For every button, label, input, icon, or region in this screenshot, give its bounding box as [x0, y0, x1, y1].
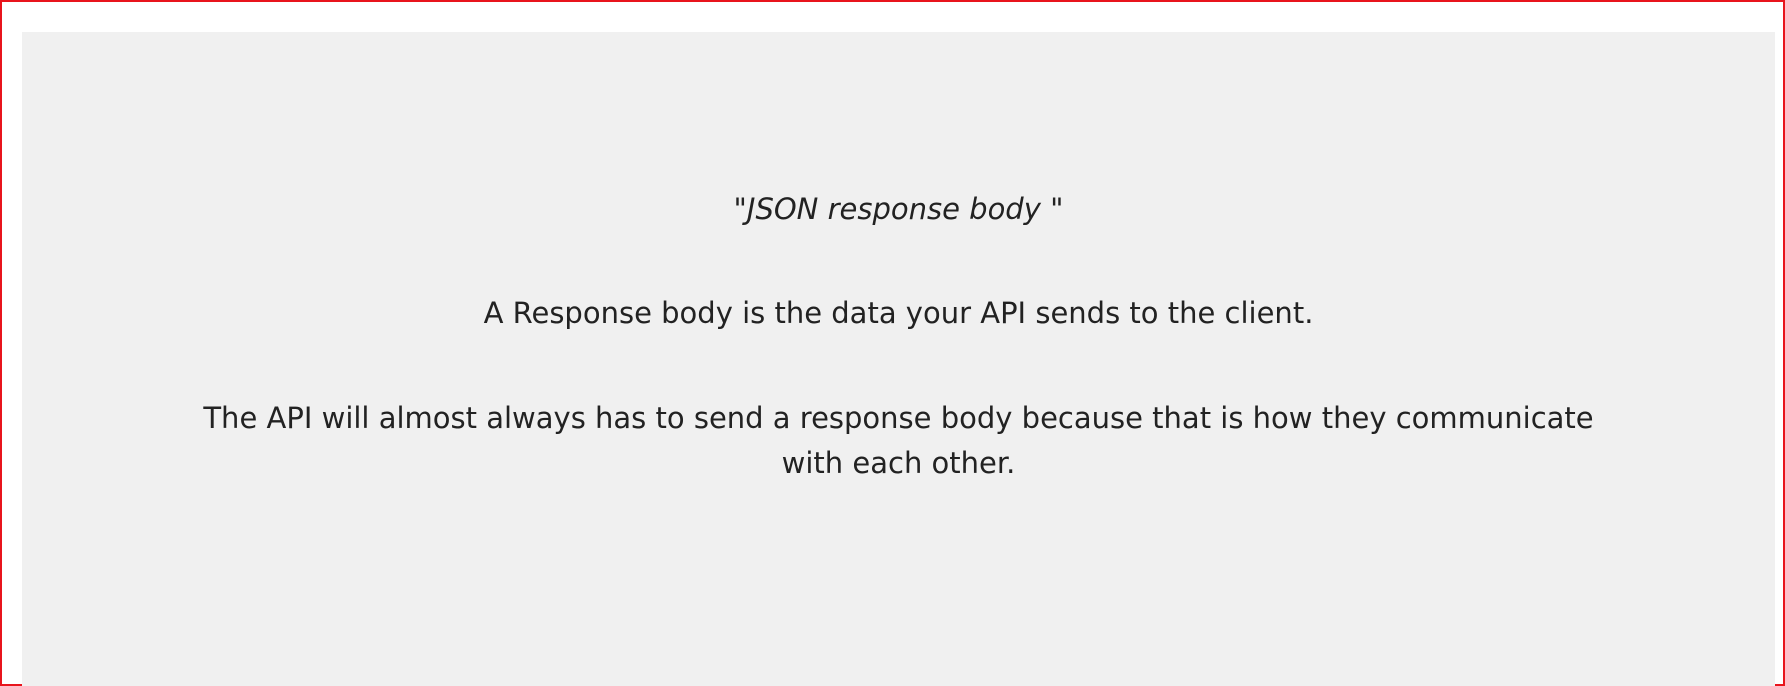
paragraph-response-body-definition: A Response body is the data your API sen… — [483, 296, 1314, 330]
paragraph-response-body-usage: The API will almost always has to send a… — [203, 401, 1594, 480]
slide-content: "JSON response body " A Response body is… — [22, 187, 1775, 546]
content-panel: "JSON response body " A Response body is… — [22, 32, 1775, 686]
outer-frame: "JSON response body " A Response body is… — [0, 0, 1785, 686]
slide-title: "JSON response body " — [733, 192, 1064, 226]
